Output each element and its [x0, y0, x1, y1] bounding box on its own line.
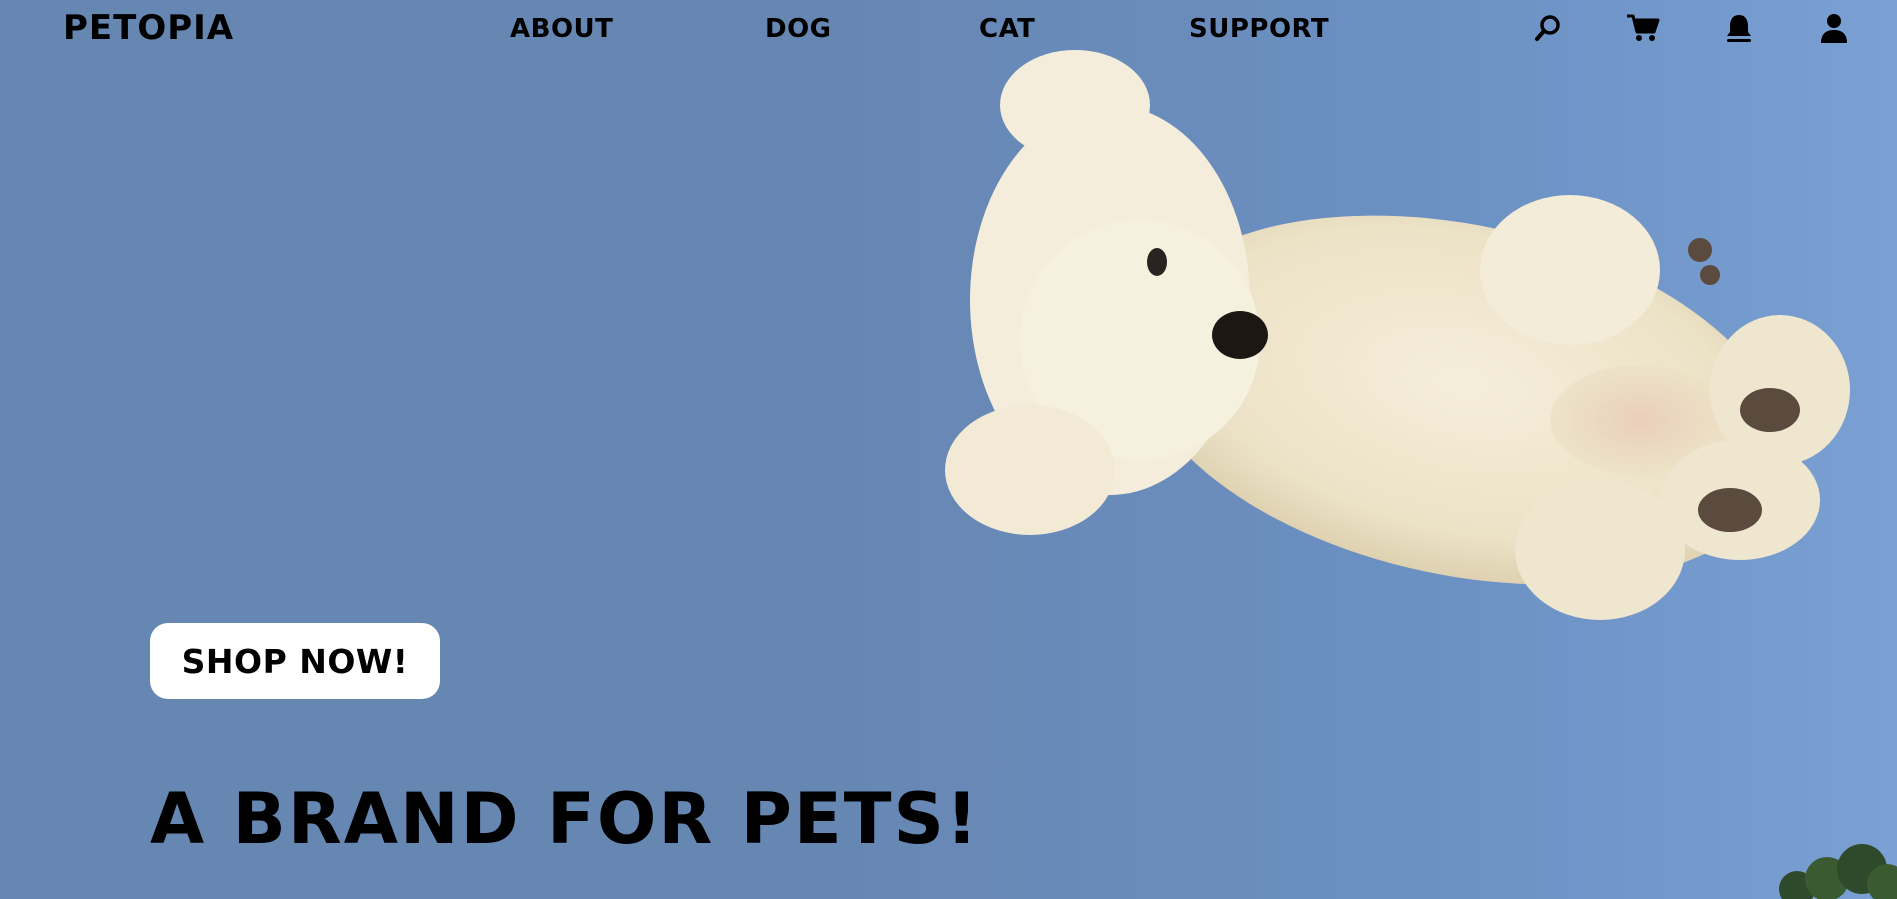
- hero-headline: A BRAND FOR PETS!: [150, 778, 980, 860]
- search-button[interactable]: [1530, 10, 1566, 46]
- bell-icon: [1727, 15, 1751, 42]
- nav-link-dog[interactable]: DOG: [765, 14, 832, 44]
- cart-icon: [1627, 14, 1660, 41]
- shop-now-button[interactable]: SHOP NOW!: [150, 623, 440, 699]
- nav-link-support[interactable]: SUPPORT: [1189, 14, 1329, 44]
- hero-section: PETOPIA ABOUT DOG CAT SUPPORT SHOP NOW! …: [0, 0, 1897, 899]
- search-icon: [1535, 15, 1560, 41]
- cart-button[interactable]: [1625, 10, 1661, 46]
- notifications-button[interactable]: [1721, 10, 1757, 46]
- tree-foliage: [1779, 844, 1897, 899]
- account-button[interactable]: [1816, 10, 1852, 46]
- nav-link-about[interactable]: ABOUT: [510, 14, 613, 44]
- brand-logo[interactable]: PETOPIA: [63, 8, 234, 48]
- dog-photo: [945, 50, 1850, 620]
- top-navigation: PETOPIA ABOUT DOG CAT SUPPORT: [0, 0, 1897, 60]
- nav-link-cat[interactable]: CAT: [979, 14, 1035, 44]
- user-icon: [1821, 14, 1847, 43]
